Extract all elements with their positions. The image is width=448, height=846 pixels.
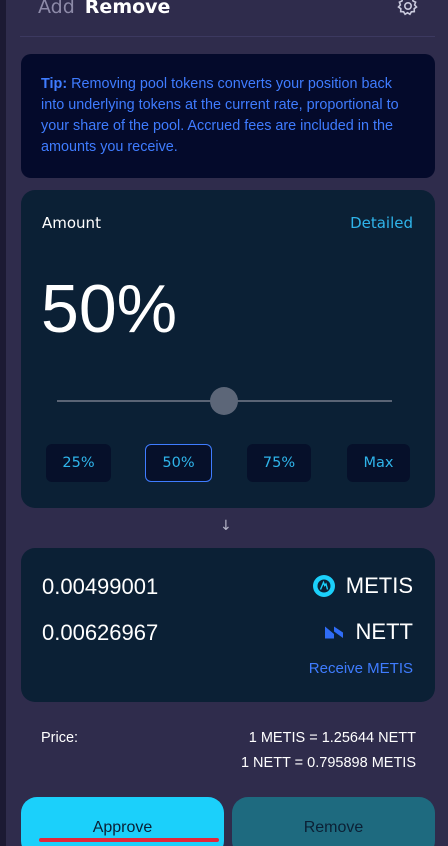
percent-display: 50%: [41, 271, 178, 347]
nett-icon: [324, 626, 343, 639]
left-edge: [0, 0, 6, 846]
tab-remove[interactable]: Remove: [85, 0, 171, 18]
preset-25-button[interactable]: 25%: [46, 444, 111, 482]
tip-prefix: Tip:: [41, 76, 68, 92]
amount-card: Amount Detailed 50% 25% 50% 75% Max: [21, 190, 435, 508]
tip-box: Tip: Removing pool tokens converts your …: [21, 54, 435, 178]
slider-thumb[interactable]: [210, 387, 238, 415]
preset-50-button[interactable]: 50%: [145, 444, 212, 482]
detailed-link[interactable]: Detailed: [350, 214, 413, 232]
tip-text: Removing pool tokens converts your posit…: [41, 76, 399, 155]
down-arrow-icon: ↓: [220, 518, 232, 534]
approve-highlight-underline: [39, 838, 219, 842]
output-card: 0.00499001 METIS 0.00626967 NETT Receive…: [21, 548, 435, 702]
preset-75-button[interactable]: 75%: [247, 444, 311, 482]
token-metis-label: METIS: [345, 573, 413, 598]
token-metis: METIS: [312, 573, 413, 599]
amount-label: Amount: [42, 214, 101, 232]
output-amount-metis: 0.00499001: [42, 574, 159, 599]
gear-icon[interactable]: [396, 0, 420, 18]
price-nett-metis: 1 NETT = 0.795898 METIS: [240, 755, 416, 771]
tab-bar: Add Remove: [38, 0, 170, 22]
token-nett: NETT: [322, 619, 413, 645]
preset-max-button[interactable]: Max: [347, 444, 410, 482]
header-divider: [20, 36, 435, 37]
remove-button[interactable]: Remove: [232, 797, 435, 846]
tab-add[interactable]: Add: [38, 0, 75, 18]
token-nett-label: NETT: [355, 619, 413, 644]
receive-metis-link[interactable]: Receive METIS: [309, 660, 413, 677]
price-metis-nett: 1 METIS = 1.25644 NETT: [248, 730, 416, 746]
output-amount-nett: 0.00626967: [42, 620, 159, 645]
metis-icon: [312, 575, 335, 597]
price-label: Price:: [41, 730, 79, 746]
